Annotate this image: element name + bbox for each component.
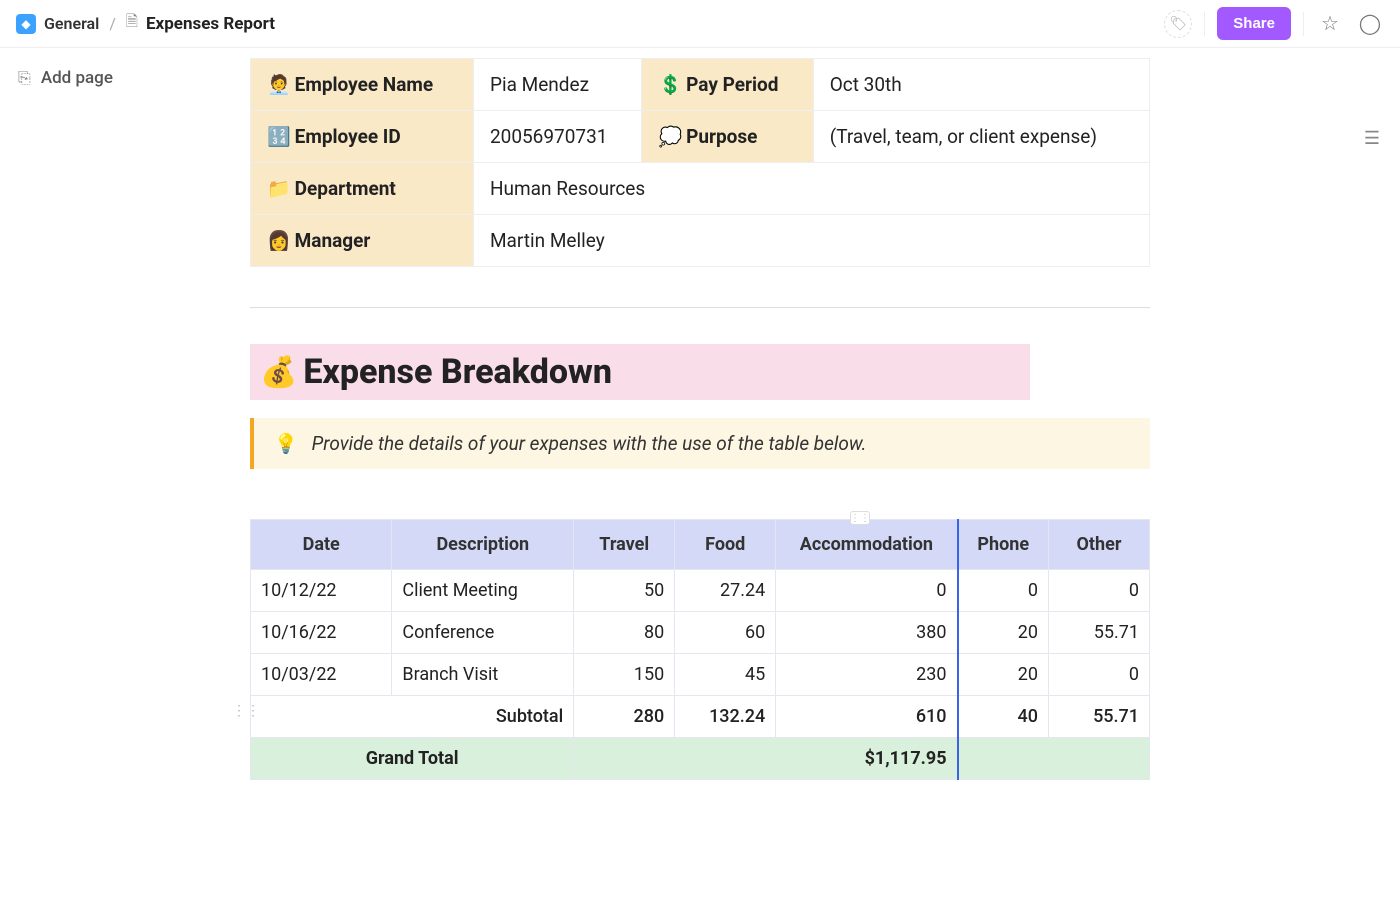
comments-icon[interactable]: ◯ xyxy=(1356,10,1384,38)
add-page-button[interactable]: ⎘ Add page xyxy=(18,68,212,88)
subtotal-accommodation: 610 xyxy=(776,696,958,738)
cell-other[interactable]: 0 xyxy=(1048,654,1149,696)
tag-icon[interactable]: 🏷 xyxy=(1164,10,1192,38)
col-header-description[interactable]: Description xyxy=(392,520,574,570)
table-row: 10/12/22 Client Meeting 50 27.24 0 0 0 xyxy=(251,570,1150,612)
cell-other[interactable]: 0 xyxy=(1048,570,1149,612)
topbar-actions: 🏷 Share ☆ ◯ xyxy=(1164,7,1384,40)
document-icon: 🗎 xyxy=(126,11,138,36)
cell-accommodation[interactable]: 0 xyxy=(776,570,958,612)
subtotal-label: Subtotal xyxy=(251,696,574,738)
cell-phone[interactable]: 20 xyxy=(958,612,1049,654)
table-row: 🧑‍💼Employee Name Pia Mendez 💲Pay Period … xyxy=(251,59,1150,111)
money-bag-icon: 💰 xyxy=(260,355,297,390)
cell-travel[interactable]: 80 xyxy=(574,612,675,654)
grand-total-label: Grand Total xyxy=(251,738,574,780)
folder-icon: 📁 xyxy=(267,177,291,200)
grand-total-value: $1,117.95 xyxy=(574,738,958,780)
breadcrumb-separator: / xyxy=(107,14,118,33)
table-row: 10/03/22 Branch Visit 150 45 230 20 0 xyxy=(251,654,1150,696)
subtotal-travel: 280 xyxy=(574,696,675,738)
field-value-employee-id[interactable]: 20056970731 xyxy=(473,111,642,163)
topbar: ◆ General / 🗎 Expenses Report 🏷 Share ☆ … xyxy=(0,0,1400,48)
col-header-phone[interactable]: Phone xyxy=(958,520,1049,570)
grand-total-empty xyxy=(958,738,1150,780)
outline-toggle-icon[interactable]: ☰ xyxy=(1364,128,1380,149)
cell-description[interactable]: Conference xyxy=(392,612,574,654)
callout-text: Provide the details of your expenses wit… xyxy=(312,432,867,455)
share-button[interactable]: Share xyxy=(1217,7,1291,40)
cell-food[interactable]: 45 xyxy=(675,654,776,696)
field-label-department: 📁Department xyxy=(251,163,474,215)
col-header-accommodation[interactable]: Accommodation xyxy=(776,520,958,570)
table-row: 🔢Employee ID 20056970731 💭Purpose (Trave… xyxy=(251,111,1150,163)
thought-icon: 💭 xyxy=(658,125,682,148)
field-value-employee-name[interactable]: Pia Mendez xyxy=(473,59,642,111)
cell-phone[interactable]: 0 xyxy=(958,570,1049,612)
divider xyxy=(1204,12,1205,36)
favorite-star-icon[interactable]: ☆ xyxy=(1316,10,1344,38)
cell-other[interactable]: 55.71 xyxy=(1048,612,1149,654)
breadcrumb: ◆ General / 🗎 Expenses Report xyxy=(16,11,275,36)
cell-accommodation[interactable]: 230 xyxy=(776,654,958,696)
cell-accommodation[interactable]: 380 xyxy=(776,612,958,654)
field-value-purpose[interactable]: (Travel, team, or client expense) xyxy=(813,111,1149,163)
person-icon: 🧑‍💼 xyxy=(267,73,291,96)
subtotal-food: 132.24 xyxy=(675,696,776,738)
col-header-food[interactable]: Food xyxy=(675,520,776,570)
cell-description[interactable]: Branch Visit xyxy=(392,654,574,696)
col-header-other[interactable]: Other xyxy=(1048,520,1149,570)
divider xyxy=(1303,12,1304,36)
cell-date[interactable]: 10/12/22 xyxy=(251,570,392,612)
field-label-employee-name: 🧑‍💼Employee Name xyxy=(251,59,474,111)
cell-travel[interactable]: 150 xyxy=(574,654,675,696)
table-row: 📁Department Human Resources xyxy=(251,163,1150,215)
cell-date[interactable]: 10/03/22 xyxy=(251,654,392,696)
col-header-date[interactable]: Date xyxy=(251,520,392,570)
row-drag-handle-icon[interactable]: ⋮⋮ xyxy=(232,703,260,719)
lightbulb-icon: 💡 xyxy=(274,432,298,455)
woman-icon: 👩 xyxy=(267,229,291,252)
subtotal-phone: 40 xyxy=(958,696,1049,738)
column-drag-handle-icon[interactable]: ⋮⋮ xyxy=(850,511,870,525)
sidebar: ⎘ Add page xyxy=(0,48,230,820)
field-value-pay-period[interactable]: Oct 30th xyxy=(813,59,1149,111)
cell-date[interactable]: 10/16/22 xyxy=(251,612,392,654)
section-heading-expense-breakdown: 💰 Expense Breakdown xyxy=(250,344,1030,400)
dollar-icon: 💲 xyxy=(658,73,682,96)
field-label-employee-id: 🔢Employee ID xyxy=(251,111,474,163)
col-header-travel[interactable]: Travel xyxy=(574,520,675,570)
field-label-pay-period: 💲Pay Period xyxy=(642,59,813,111)
cell-food[interactable]: 60 xyxy=(675,612,776,654)
employee-info-table: 🧑‍💼Employee Name Pia Mendez 💲Pay Period … xyxy=(250,58,1150,267)
table-row: 👩Manager Martin Melley xyxy=(251,215,1150,267)
add-page-label: Add page xyxy=(41,68,113,88)
subtotal-other: 55.71 xyxy=(1048,696,1149,738)
grand-total-row: Grand Total $1,117.95 xyxy=(251,738,1150,780)
workspace-avatar-icon: ◆ xyxy=(16,14,36,34)
section-heading-text: Expense Breakdown xyxy=(303,352,612,392)
field-label-manager: 👩Manager xyxy=(251,215,474,267)
main-content: ☰ 🧑‍💼Employee Name Pia Mendez 💲Pay Perio… xyxy=(230,48,1400,820)
subtotal-row: Subtotal 280 132.24 610 40 55.71 xyxy=(251,696,1150,738)
field-value-department[interactable]: Human Resources xyxy=(473,163,1149,215)
callout-hint: 💡 Provide the details of your expenses w… xyxy=(250,418,1150,469)
field-value-manager[interactable]: Martin Melley xyxy=(473,215,1149,267)
cell-phone[interactable]: 20 xyxy=(958,654,1049,696)
numbers-icon: 🔢 xyxy=(267,125,291,148)
cell-food[interactable]: 27.24 xyxy=(675,570,776,612)
cell-travel[interactable]: 50 xyxy=(574,570,675,612)
table-row: 10/16/22 Conference 80 60 380 20 55.71 xyxy=(251,612,1150,654)
cell-description[interactable]: Client Meeting xyxy=(392,570,574,612)
add-page-icon: ⎘ xyxy=(18,68,31,88)
table-header-row: Date Description Travel Food Accommodati… xyxy=(251,520,1150,570)
breadcrumb-page-title[interactable]: Expenses Report xyxy=(146,14,275,34)
divider xyxy=(250,307,1150,308)
breadcrumb-root[interactable]: General xyxy=(44,14,99,33)
expense-breakdown-table: Date Description Travel Food Accommodati… xyxy=(250,519,1150,780)
field-label-purpose: 💭Purpose xyxy=(642,111,813,163)
